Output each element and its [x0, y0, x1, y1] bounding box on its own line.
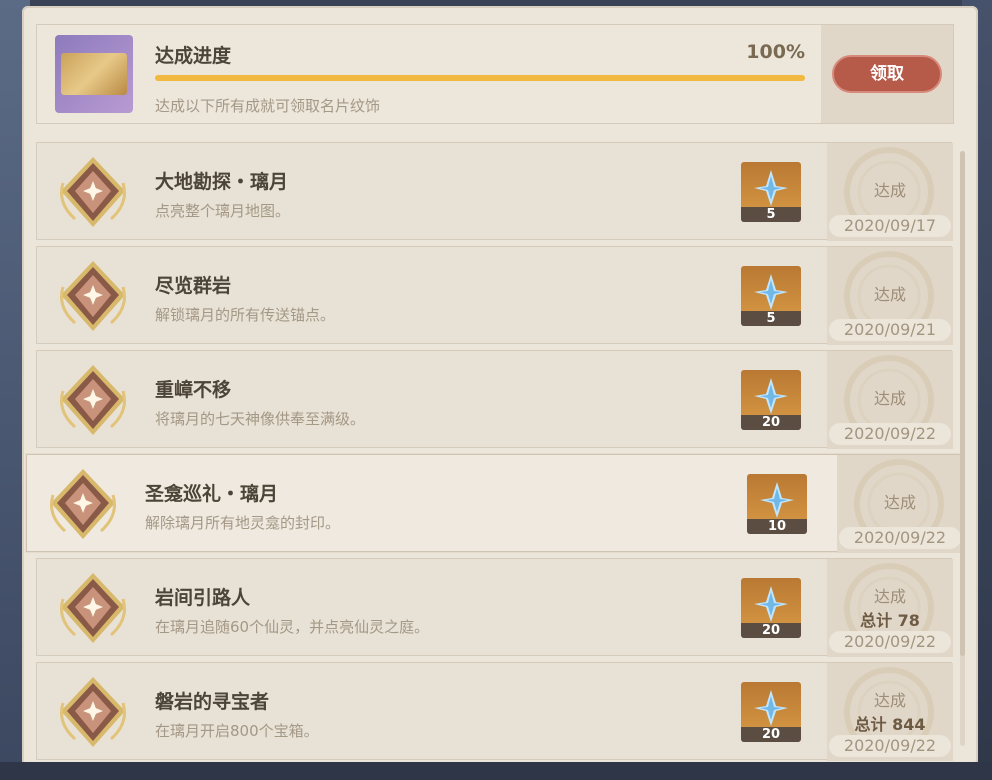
achievement-title: 尽览群岩: [155, 275, 232, 297]
status-label: 达成: [873, 389, 906, 408]
achievement-badge-icon: [55, 153, 131, 231]
reward-count: 20: [741, 727, 801, 742]
achievement-title: 磐岩的寻宝者: [155, 691, 270, 713]
status-area: 达成 2020/09/21: [827, 247, 953, 345]
achievement-row[interactable]: 磐岩的寻宝者 在璃月开启800个宝箱。 20 达成 总计 844 2020/09…: [36, 662, 953, 761]
reward-count: 20: [741, 415, 801, 430]
completion-date: 2020/09/22: [829, 631, 951, 653]
achievement-title: 重嶂不移: [155, 379, 232, 401]
completion-date: 2020/09/21: [829, 319, 951, 341]
status-label: 达成: [873, 587, 906, 606]
completion-date: 2020/09/22: [839, 527, 961, 549]
achievement-badge-icon: [55, 361, 131, 439]
window-frame-bottom: [0, 762, 992, 780]
achievement-row[interactable]: 岩间引路人 在璃月追随60个仙灵，并点亮仙灵之庭。 20 达成 总计 78 20…: [36, 558, 953, 657]
primogem-reward[interactable]: 10: [747, 474, 807, 534]
primogem-reward[interactable]: 5: [741, 266, 801, 326]
status-total: 总计 78: [860, 611, 920, 630]
achievement-badge-icon: [45, 465, 121, 543]
achievement-title: 大地勘探・璃月: [155, 171, 289, 193]
status-area: 达成 总计 844 2020/09/22: [827, 663, 953, 761]
achievement-badge-icon: [55, 673, 131, 751]
primogem-reward[interactable]: 20: [741, 370, 801, 430]
achievement-panel: 达成进度 100% 达成以下所有成就可领取名片纹饰 领取 大地勘探・璃月 点亮整…: [22, 6, 978, 766]
scroll-thumb[interactable]: [960, 151, 965, 656]
reward-count: 20: [741, 623, 801, 638]
status-area: 达成 2020/09/17: [827, 143, 953, 241]
completion-date: 2020/09/22: [829, 735, 951, 757]
reward-count: 5: [741, 207, 801, 222]
achievement-row[interactable]: 圣龛巡礼・璃月 解除璃月所有地灵龛的封印。 10 达成 2020/09/22: [26, 454, 963, 553]
status-label: 达成: [873, 181, 906, 200]
scrollbar[interactable]: [960, 151, 965, 746]
achievement-row[interactable]: 重嶂不移 将璃月的七天神像供奉至满级。 20 达成 2020/09/22: [36, 350, 953, 449]
achievement-desc: 解锁璃月的所有传送锚点。: [155, 306, 336, 324]
achievement-badge-icon: [55, 257, 131, 335]
achievement-desc: 点亮整个璃月地图。: [155, 202, 291, 220]
achievement-badge-icon: [55, 569, 131, 647]
status-area: 达成 总计 78 2020/09/22: [827, 559, 953, 657]
primogem-reward[interactable]: 5: [741, 162, 801, 222]
status-area: 达成 2020/09/22: [837, 455, 963, 553]
reward-count: 5: [741, 311, 801, 326]
achievement-title: 圣龛巡礼・璃月: [145, 483, 279, 505]
achievement-list: 大地勘探・璃月 点亮整个璃月地图。 5 达成 2020/09/17 尽览群岩 解…: [22, 6, 978, 766]
status-area: 达成 2020/09/22: [827, 351, 953, 449]
achievement-desc: 在璃月追随60个仙灵，并点亮仙灵之庭。: [155, 618, 430, 636]
status-total: 总计 844: [854, 715, 926, 734]
status-label: 达成: [873, 285, 906, 304]
achievement-row[interactable]: 尽览群岩 解锁璃月的所有传送锚点。 5 达成 2020/09/21: [36, 246, 953, 345]
achievement-desc: 解除璃月所有地灵龛的封印。: [145, 514, 341, 532]
achievement-desc: 将璃月的七天神像供奉至满级。: [155, 410, 366, 428]
completion-date: 2020/09/17: [829, 215, 951, 237]
status-label: 达成: [883, 493, 916, 512]
status-label: 达成: [873, 691, 906, 710]
achievement-desc: 在璃月开启800个宝箱。: [155, 722, 319, 740]
completion-date: 2020/09/22: [829, 423, 951, 445]
primogem-reward[interactable]: 20: [741, 682, 801, 742]
reward-count: 10: [747, 519, 807, 534]
achievement-row[interactable]: 大地勘探・璃月 点亮整个璃月地图。 5 达成 2020/09/17: [36, 142, 953, 241]
achievement-title: 岩间引路人: [155, 587, 251, 609]
primogem-reward[interactable]: 20: [741, 578, 801, 638]
